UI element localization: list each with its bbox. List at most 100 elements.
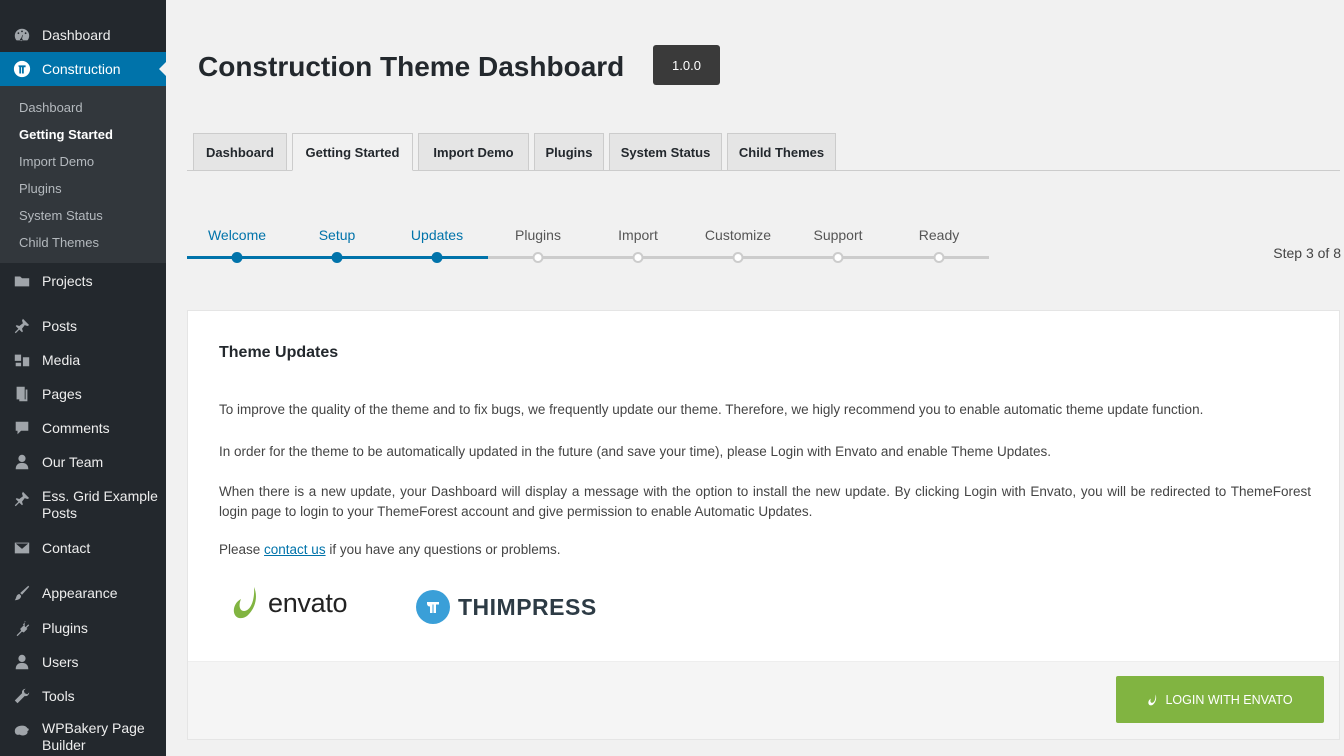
- envato-leaf-small-icon: [1148, 693, 1157, 705]
- step-label-ready[interactable]: Ready: [919, 227, 959, 243]
- menu-wpbakery-label: WPBakery Page Builder: [42, 720, 145, 754]
- submenu-plugins[interactable]: Plugins: [19, 181, 62, 196]
- submenu-child-themes[interactable]: Child Themes: [19, 235, 99, 250]
- pin-icon: [12, 316, 32, 336]
- menu-tools[interactable]: Tools: [0, 686, 166, 706]
- envato-wordmark: envato: [268, 587, 348, 618]
- step-label-customize[interactable]: Customize: [705, 227, 771, 243]
- tab-dashboard[interactable]: Dashboard: [193, 133, 287, 171]
- step-label-updates[interactable]: Updates: [411, 227, 463, 243]
- menu-tools-label: Tools: [42, 687, 75, 704]
- menu-dashboard[interactable]: Dashboard: [0, 25, 166, 45]
- submenu-dashboard[interactable]: Dashboard: [19, 100, 83, 115]
- media-icon: [12, 350, 32, 370]
- submenu-system-status[interactable]: System Status: [19, 208, 103, 223]
- paragraph-redirect: When there is a new update, your Dashboa…: [219, 484, 1311, 519]
- menu-construction-label: Construction: [42, 60, 121, 77]
- tab-getting-started[interactable]: Getting Started: [292, 133, 413, 171]
- login-button-label: LOGIN WITH ENVATO: [1165, 692, 1293, 707]
- panel-title: Theme Updates: [219, 344, 339, 361]
- wpbakery-icon: [12, 721, 32, 741]
- menu-posts[interactable]: Posts: [0, 316, 166, 336]
- login-with-envato-button[interactable]: LOGIN WITH ENVATO: [1116, 676, 1324, 723]
- menu-appearance[interactable]: Appearance: [0, 583, 166, 603]
- menu-media[interactable]: Media: [0, 350, 166, 370]
- menu-plugins[interactable]: Plugins: [0, 618, 166, 638]
- menu-users[interactable]: Users: [0, 652, 166, 672]
- step-dot-support: [832, 252, 844, 263]
- submenu-import-demo[interactable]: Import Demo: [19, 154, 94, 169]
- submenu-getting-started[interactable]: Getting Started: [19, 127, 113, 142]
- step-dot-ready: [933, 252, 945, 263]
- construction-submenu: Dashboard Getting Started Import Demo Pl…: [0, 86, 166, 263]
- menu-ess-grid[interactable]: Ess. Grid Example Posts: [0, 488, 166, 524]
- step-dot-customize: [732, 252, 744, 263]
- paragraph-intro: To improve the quality of the theme and …: [219, 402, 1204, 417]
- step-label-welcome[interactable]: Welcome: [208, 227, 266, 243]
- ess-grid-line1: Ess. Grid Example: [42, 488, 158, 504]
- menu-plugins-label: Plugins: [42, 619, 88, 636]
- contact-before: Please: [219, 542, 265, 557]
- step-label-plugins[interactable]: Plugins: [515, 227, 561, 243]
- paragraph-contact: Please contact us if you have any questi…: [219, 540, 1311, 560]
- menu-projects-label: Projects: [42, 272, 93, 289]
- active-arrow: [159, 61, 167, 77]
- menu-ess-grid-label: Ess. Grid Example Posts: [42, 488, 158, 522]
- paragraph-login: In order for the theme to be automatical…: [219, 444, 1052, 459]
- pages-icon: [12, 384, 32, 404]
- thimpress-wordmark: THIMPRESS: [458, 593, 597, 620]
- menu-wpbakery[interactable]: WPBakery Page Builder: [0, 720, 166, 756]
- user-icon: [12, 452, 32, 472]
- step-dot-setup: [331, 252, 343, 263]
- mail-icon: [12, 538, 32, 558]
- step-dot-updates: [431, 252, 443, 263]
- menu-media-label: Media: [42, 351, 81, 368]
- step-counter: Step 3 of 8: [1273, 245, 1341, 261]
- step-label-import[interactable]: Import: [618, 227, 658, 243]
- step-label-setup[interactable]: Setup: [319, 227, 356, 243]
- menu-projects[interactable]: Projects: [0, 271, 166, 291]
- tab-plugins[interactable]: Plugins: [534, 133, 604, 171]
- comment-icon: [12, 418, 32, 438]
- envato-leaf-icon: [233, 587, 256, 619]
- menu-our-team[interactable]: Our Team: [0, 452, 166, 472]
- menu-pages-label: Pages: [42, 385, 82, 402]
- theme-updates-panel: Theme Updates To improve the quality of …: [187, 310, 1340, 740]
- contact-us-link[interactable]: contact us: [264, 542, 326, 557]
- menu-construction[interactable]: Construction: [0, 52, 167, 86]
- thimpress-logo: THIMPRESS: [416, 590, 597, 624]
- ess-grid-line2: Posts: [42, 505, 78, 521]
- gauge-icon: [12, 25, 32, 45]
- pin-icon: [12, 489, 32, 509]
- menu-contact-label: Contact: [42, 539, 91, 556]
- step-dot-import: [632, 252, 644, 263]
- tab-import-demo[interactable]: Import Demo: [418, 133, 529, 171]
- envato-logo: envato: [232, 586, 348, 620]
- wpbakery-line2: Builder: [42, 737, 86, 753]
- folder-icon: [12, 271, 32, 291]
- thimpress-badge-icon: [416, 590, 450, 624]
- step-dot-plugins: [532, 252, 544, 263]
- version-badge: 1.0.0: [653, 45, 720, 85]
- menu-comments-label: Comments: [42, 419, 110, 436]
- step-label-support[interactable]: Support: [813, 227, 862, 243]
- thimpress-icon: [12, 59, 32, 79]
- menu-our-team-label: Our Team: [42, 453, 104, 470]
- menu-users-label: Users: [42, 653, 79, 670]
- menu-appearance-label: Appearance: [42, 584, 118, 601]
- wrench-icon: [12, 686, 32, 706]
- menu-comments[interactable]: Comments: [0, 418, 166, 438]
- brush-icon: [12, 583, 32, 603]
- menu-contact[interactable]: Contact: [0, 538, 166, 558]
- users-icon: [12, 652, 32, 672]
- tab-system-status[interactable]: System Status: [609, 133, 722, 171]
- page-title: Construction Theme Dashboard: [198, 51, 625, 82]
- admin-sidebar: Dashboard Construction Dashboard Getting…: [0, 0, 167, 756]
- menu-dashboard-label: Dashboard: [42, 26, 111, 43]
- tab-child-themes[interactable]: Child Themes: [727, 133, 836, 171]
- menu-posts-label: Posts: [42, 317, 78, 334]
- plugin-icon: [12, 618, 32, 638]
- menu-pages[interactable]: Pages: [0, 384, 166, 404]
- wpbakery-line1: WPBakery Page: [42, 720, 145, 736]
- contact-after: if you have any questions or problems.: [325, 542, 561, 557]
